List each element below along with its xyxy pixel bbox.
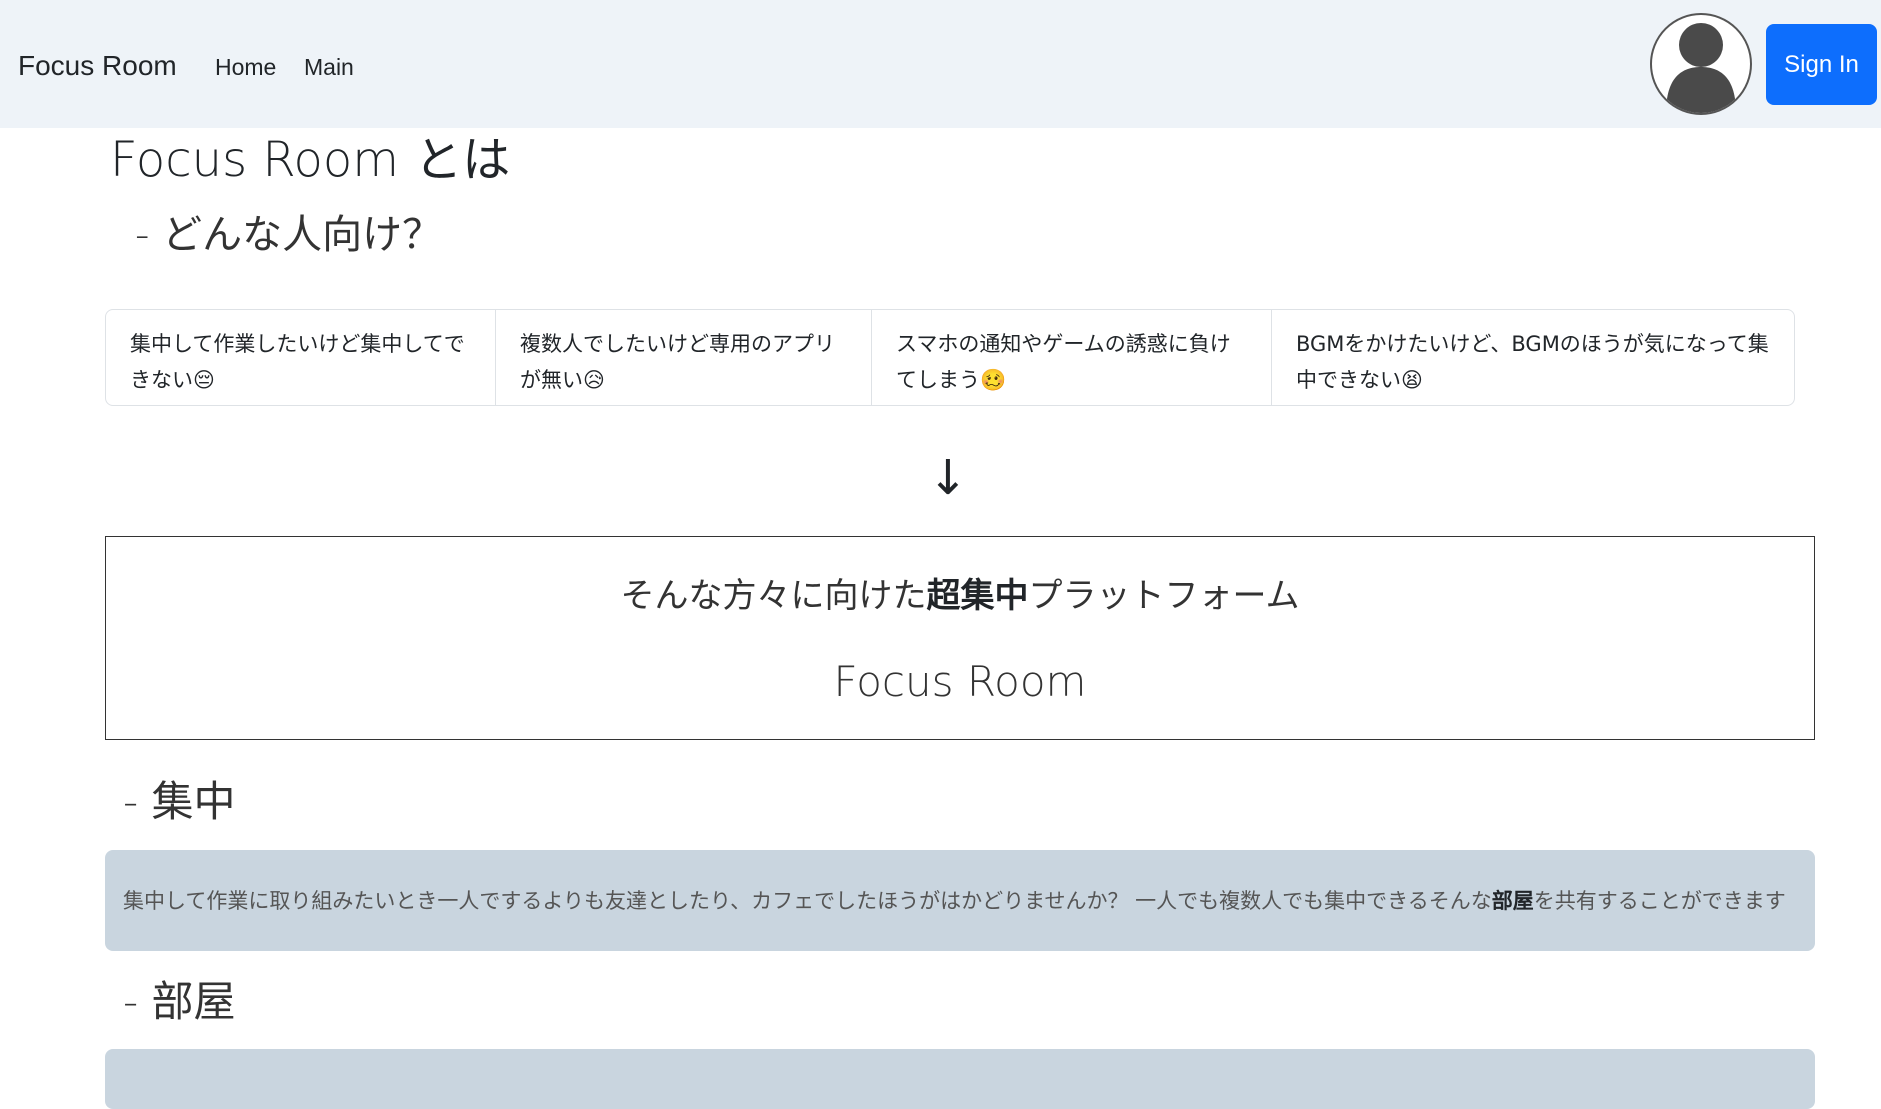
sign-in-button[interactable]: Sign In xyxy=(1766,24,1877,105)
focus-description-prefix: 集中して作業に取り組みたいとき一人でするよりも友達としたり、カフェでしたほうがは… xyxy=(123,888,1492,913)
list-item-text: 複数人でしたいけど専用のアプリが無い xyxy=(520,332,835,392)
room-section-heading: - 部屋 xyxy=(123,977,236,1026)
brand-logo[interactable]: Focus Room xyxy=(18,46,177,86)
list-item-text: 集中して作業したいけど集中してできない xyxy=(130,332,465,392)
navbar: Focus Room Home Main Sign In xyxy=(0,0,1881,128)
target-audience-list: 集中して作業したいけど集中してできない😔 複数人でしたいけど専用のアプリが無い😥… xyxy=(105,309,1795,406)
nav-link-home[interactable]: Home xyxy=(215,52,276,82)
hero-box: そんな方々に向けた超集中プラットフォーム Focus Room xyxy=(105,536,1815,740)
hero-tagline-suffix: プラットフォーム xyxy=(1028,576,1300,616)
nav-link-main[interactable]: Main xyxy=(304,52,354,82)
tired-face-emoji-icon: 😫 xyxy=(1401,368,1423,392)
list-item: スマホの通知やゲームの誘惑に負けてしまう🥴 xyxy=(872,310,1272,405)
sad-relieved-face-emoji-icon: 😥 xyxy=(583,368,605,392)
hero-product-name: Focus Room xyxy=(833,657,1087,706)
list-item: 集中して作業したいけど集中してできない😔 xyxy=(106,310,496,405)
focus-section-heading: - 集中 xyxy=(123,777,236,826)
focus-description-emphasis: 部屋 xyxy=(1491,888,1534,913)
pensive-face-emoji-icon: 😔 xyxy=(193,368,215,392)
focus-description-suffix: を共有することができます xyxy=(1533,888,1786,913)
list-item-text: BGMをかけたいけど、BGMのほうが気になって集中できない xyxy=(1296,332,1769,392)
down-arrow-icon: ↓ xyxy=(927,450,969,506)
room-description-box xyxy=(105,1049,1815,1109)
hero-tagline-prefix: そんな方々に向けた xyxy=(620,576,927,616)
user-avatar-icon[interactable] xyxy=(1650,13,1752,115)
hero-tagline: そんな方々に向けた超集中プラットフォーム xyxy=(106,572,1814,620)
focus-description-box: 集中して作業に取り組みたいとき一人でするよりも友達としたり、カフェでしたほうがは… xyxy=(105,850,1815,951)
target-audience-heading: - どんな人向け？ xyxy=(135,212,443,258)
list-item-text: スマホの通知やゲームの誘惑に負けてしまう xyxy=(896,332,1231,392)
focus-description-text: 集中して作業に取り組みたいとき一人でするよりも友達としたり、カフェでしたほうがは… xyxy=(123,886,1786,916)
list-item: BGMをかけたいけど、BGMのほうが気になって集中できない😫 xyxy=(1272,310,1794,405)
person-silhouette-icon xyxy=(1666,23,1736,113)
hero-tagline-emphasis: 超集中 xyxy=(926,576,1029,616)
page-title: Focus Room とは xyxy=(110,132,511,188)
list-item: 複数人でしたいけど専用のアプリが無い😥 xyxy=(496,310,872,405)
woozy-face-emoji-icon: 🥴 xyxy=(980,368,1007,392)
